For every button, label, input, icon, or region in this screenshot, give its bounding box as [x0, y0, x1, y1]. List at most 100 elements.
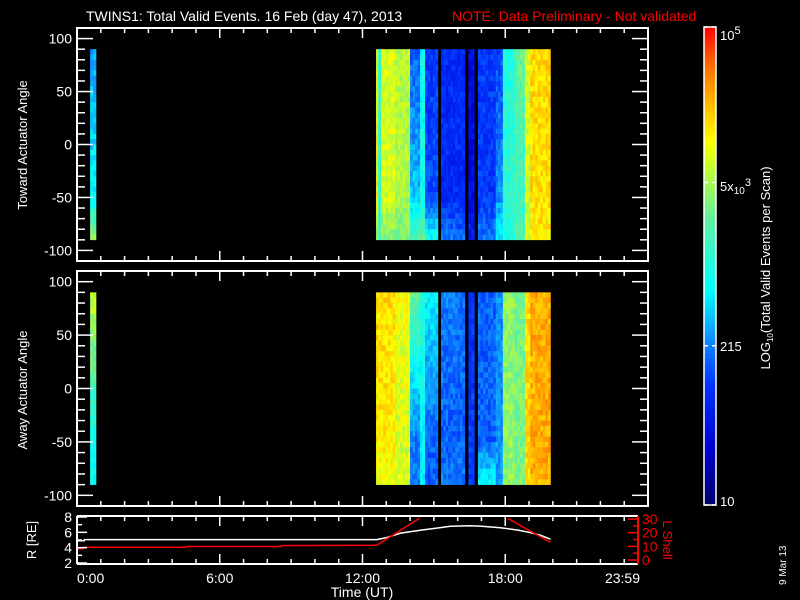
heatmap-cell — [417, 356, 421, 363]
heatmap-cell — [412, 377, 416, 384]
heatmap-cell — [468, 234, 472, 241]
heatmap-cell — [535, 165, 539, 172]
heatmap-cell — [376, 218, 379, 225]
heatmap-cell — [505, 292, 508, 298]
heatmap-cell — [547, 144, 551, 151]
heatmap-cell — [412, 149, 416, 156]
heatmap-cell — [547, 393, 551, 400]
heatmap-cell — [407, 139, 411, 145]
heatmap-cell — [435, 149, 439, 156]
heatmap-cell — [432, 308, 436, 315]
heatmap-cell — [435, 128, 439, 135]
heatmap-cell — [388, 80, 391, 87]
heatmap-cell — [450, 213, 454, 219]
heatmap-cell — [402, 409, 406, 416]
heatmap-cell — [512, 102, 516, 108]
heatmap-cell — [425, 313, 428, 320]
heatmap-cell — [495, 383, 499, 389]
heatmap-cell — [93, 473, 97, 480]
heatmap-cell — [505, 234, 508, 241]
heatmap-cell — [495, 218, 499, 225]
heatmap-cell — [500, 223, 504, 230]
heatmap-cell — [477, 49, 481, 55]
heatmap-cell — [542, 54, 546, 61]
heatmap-cell — [495, 329, 499, 336]
heatmap-cell — [540, 155, 544, 161]
heatmap-cell — [507, 229, 511, 235]
heatmap-cell — [412, 80, 416, 87]
heatmap-cell — [435, 479, 439, 485]
heatmap-cell — [400, 107, 403, 114]
heatmap-cell — [537, 229, 541, 235]
heatmap-cell — [545, 197, 549, 204]
heatmap-cell — [493, 404, 497, 411]
heatmap-cell — [450, 383, 454, 389]
heatmap-cell — [90, 351, 94, 357]
heatmap-cell — [412, 133, 416, 140]
heatmap-cell — [430, 59, 434, 66]
heatmap-cell — [385, 234, 389, 241]
heatmap-cell — [455, 123, 458, 129]
heatmap-cell — [540, 165, 544, 172]
heatmap-cell — [435, 65, 439, 71]
heatmap-cell — [485, 218, 489, 225]
heatmap-cell — [545, 340, 549, 347]
heatmap-cell — [471, 96, 475, 103]
heatmap-cell — [505, 170, 508, 177]
heatmap-cell — [427, 54, 431, 61]
heatmap-cell — [527, 447, 531, 453]
heatmap-cell — [435, 102, 439, 108]
heatmap-cell — [498, 102, 501, 108]
heatmap-cell — [512, 49, 516, 55]
heatmap-cell — [468, 425, 472, 432]
heatmap-cell — [376, 59, 379, 66]
heatmap-cell — [452, 351, 456, 357]
heatmap-cell — [545, 324, 549, 331]
heatmap-cell — [407, 218, 411, 225]
heatmap-cell — [482, 96, 486, 103]
heatmap-cell — [385, 399, 389, 405]
heatmap-cell — [452, 160, 456, 166]
heatmap-cell — [485, 340, 489, 347]
heatmap-cell — [380, 457, 384, 464]
heatmap-cell — [537, 208, 541, 214]
heatmap-cell — [512, 170, 516, 177]
heatmap-cell — [495, 420, 499, 427]
heatmap-cell — [392, 468, 396, 475]
heatmap-cell — [90, 96, 94, 103]
heatmap-cell — [514, 303, 518, 309]
heatmap-cell — [488, 91, 491, 98]
heatmap-cell — [495, 324, 499, 331]
heatmap-cell — [448, 80, 451, 87]
heatmap-cell — [93, 112, 97, 119]
heatmap-cell — [495, 393, 499, 400]
heatmap-cell — [457, 86, 461, 92]
heatmap-cell — [450, 351, 454, 357]
heatmap-cell — [415, 367, 418, 373]
heatmap-cell — [468, 361, 472, 368]
heatmap-cell — [410, 319, 413, 325]
heatmap-cell — [420, 197, 423, 204]
heatmap-cell — [502, 399, 506, 405]
heatmap-cell — [500, 160, 504, 166]
heatmap-cell — [420, 144, 423, 151]
heatmap-cell — [514, 457, 518, 464]
heatmap-cell — [405, 297, 408, 304]
heatmap-cell — [482, 324, 486, 331]
heatmap-cell — [537, 420, 541, 427]
heatmap-cell — [495, 431, 499, 437]
heatmap-cell — [514, 329, 518, 336]
heatmap-cell — [378, 468, 382, 475]
heatmap-cell — [405, 404, 408, 411]
heatmap-cell — [415, 139, 418, 145]
heatmap-cell — [471, 160, 475, 166]
heatmap-cell — [443, 155, 447, 161]
heatmap-cell — [441, 457, 444, 464]
heatmap-cell — [450, 425, 454, 432]
heatmap-cell — [445, 457, 449, 464]
heatmap-cell — [432, 393, 436, 400]
heatmap-cell — [430, 54, 434, 61]
heatmap-cell — [455, 155, 458, 161]
heatmap-cell — [540, 139, 544, 145]
heatmap-cell — [525, 234, 528, 241]
